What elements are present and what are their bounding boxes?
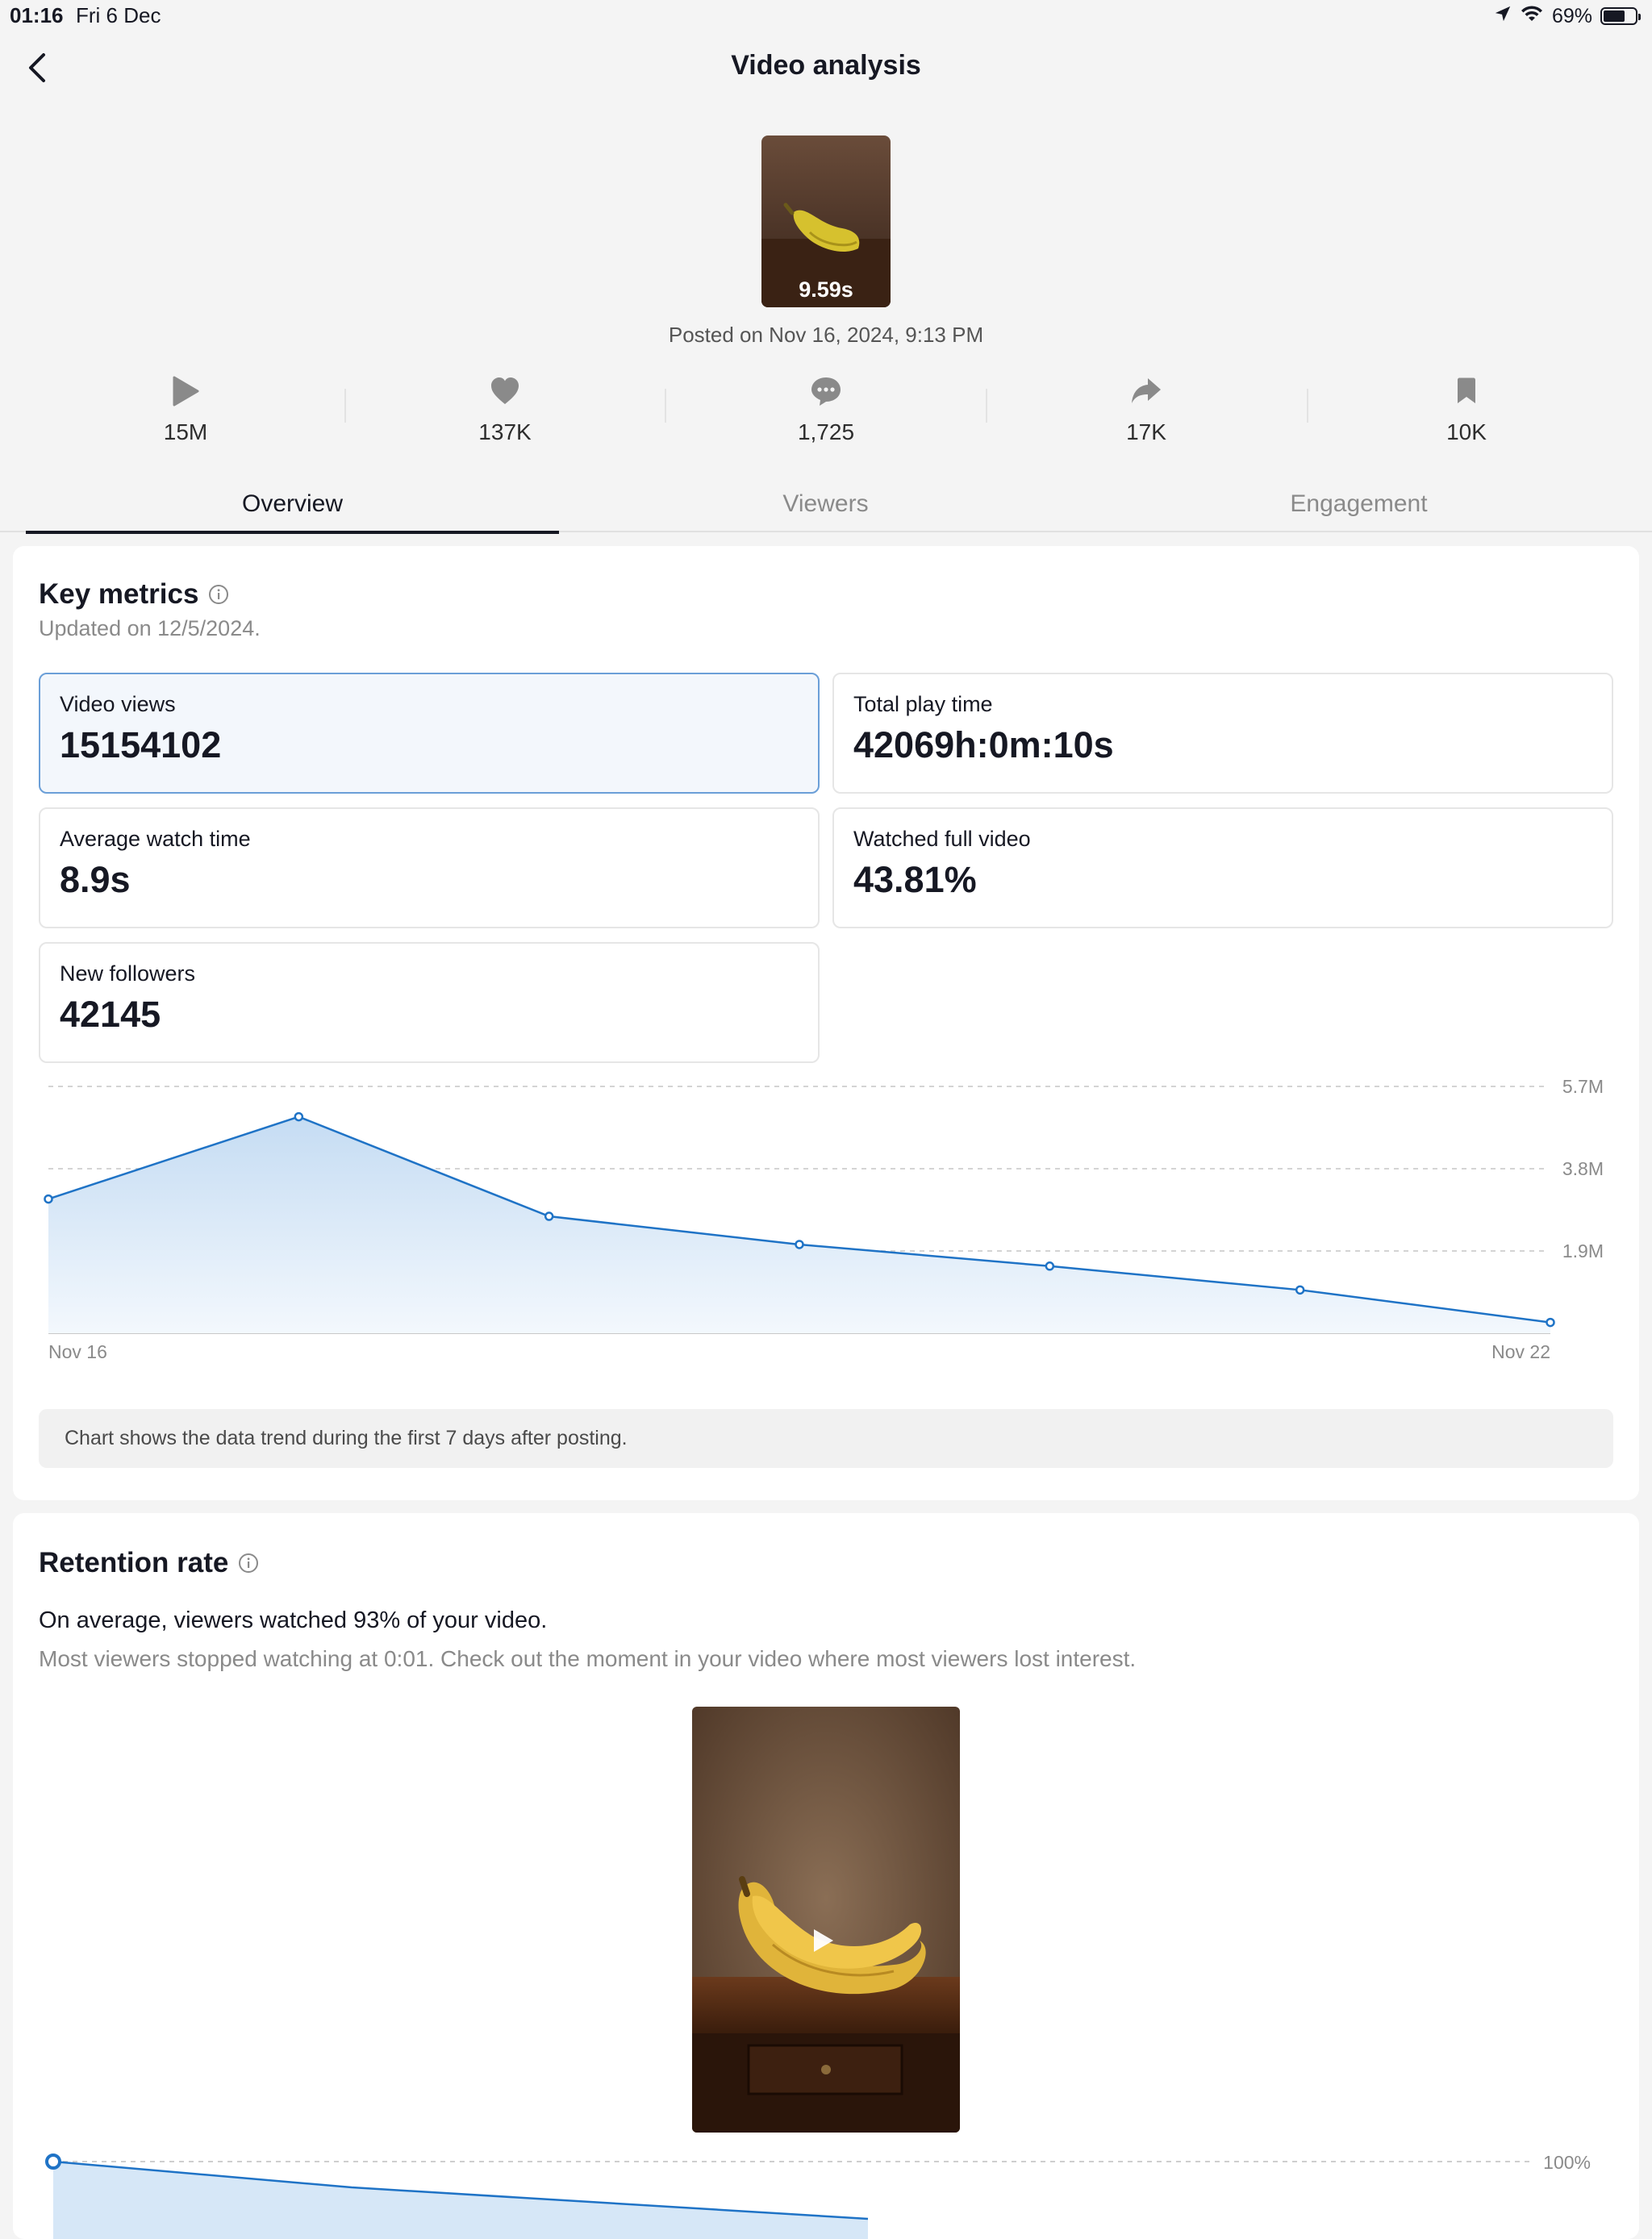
page-title: Video analysis [731,50,921,81]
data-point [1045,1261,1055,1271]
data-point [44,1194,53,1204]
stats-row: 15M 137K 1,725 17K 10K [0,371,1652,452]
stat-shares: 17K [1066,371,1227,445]
data-point [294,1111,304,1122]
heart-icon [491,377,519,404]
posted-date: Posted on Nov 16, 2024, 9:13 PM [668,323,984,347]
metric-value: 42145 [60,994,161,1035]
metric-label: Video views [60,692,176,716]
retention-area [53,2162,868,2239]
key-metrics-heading: Key metrics [39,578,199,610]
y-tick-label: 5.7M [1562,1076,1604,1097]
y-tick-label: 1.9M [1562,1240,1604,1261]
retention-video-player[interactable] [692,1707,960,2133]
tab-overview[interactable]: Overview [26,476,559,534]
bookmark-icon [1458,377,1475,403]
views-area [48,1116,1550,1333]
x-tick-label: Nov 16 [48,1341,107,1362]
stat-divider [344,389,346,423]
status-date: Fri 6 Dec [76,3,161,27]
y-tick-label: 3.8M [1562,1158,1604,1179]
metric-label: Average watch time [60,827,251,851]
metric-label: Total play time [853,692,993,716]
comment-icon [811,377,841,406]
tab-engagement[interactable]: Engagement [1092,476,1625,532]
retention-chart: 100% [45,2152,1591,2239]
metric-label: New followers [60,961,196,986]
stat-likes: 137K [424,371,586,445]
stat-value: 137K [478,419,532,444]
metric-total-play-time[interactable]: Total play time 42069h:0m:10s [832,673,1613,794]
updated-date: Updated on 12/5/2024. [39,616,261,640]
metric-value: 42069h:0m:10s [853,724,1114,765]
info-icon[interactable] [238,1553,259,1574]
status-bar: 01:16 Fri 6 Dec 69% [0,0,1652,32]
metric-value: 8.9s [60,859,131,900]
location-icon [1494,5,1512,28]
chart-note: Chart shows the data trend during the fi… [39,1409,1613,1468]
stat-divider [1307,389,1308,423]
battery-icon [1600,7,1641,25]
metric-average-watch-time[interactable]: Average watch time 8.9s [39,807,820,928]
metric-watched-full-video[interactable]: Watched full video 43.81% [832,807,1613,928]
x-tick-label: Nov 22 [1491,1341,1550,1362]
play-icon [173,376,199,407]
retention-y-tick: 100% [1543,2152,1591,2173]
metric-video-views[interactable]: Video views 15154102 [39,673,820,794]
stat-value: 10K [1446,419,1487,444]
wifi-icon [1520,5,1544,28]
battery-percent: 69% [1551,4,1592,27]
metric-new-followers[interactable]: New followers 42145 [39,942,820,1063]
play-overlay-icon[interactable] [802,1891,850,1939]
key-metrics-card: Key metrics Updated on 12/5/2024. Video … [13,546,1639,1500]
stat-saves: 10K [1386,371,1547,445]
retention-card: Retention rate On average, viewers watch… [13,1513,1639,2239]
status-time: 01:16 [10,3,64,27]
stat-value: 17K [1126,419,1166,444]
data-point [1295,1285,1305,1295]
retention-title: Retention rate [39,1547,259,1579]
data-point [1546,1317,1555,1328]
retention-subtext: Most viewers stopped watching at 0:01. C… [39,1646,1137,1671]
metric-value: 15154102 [60,724,222,765]
stat-comments: 1,725 [745,371,907,445]
share-icon [1132,378,1161,403]
key-metrics-title: Key metrics [39,578,229,611]
stat-value: 1,725 [797,419,855,444]
retention-headline: On average, viewers watched 93% of your … [39,1607,548,1633]
retention-heading: Retention rate [39,1547,229,1578]
stat-views: 15M [105,371,266,445]
views-trend-chart: 5.7M 3.8M 1.9M Nov 16 Nov 22 [44,1076,1604,1362]
data-point [795,1240,804,1249]
stat-divider [665,389,666,423]
info-icon[interactable] [208,584,229,605]
data-point [544,1211,554,1221]
video-thumbnail[interactable]: 9.59s [761,136,891,307]
metric-value: 43.81% [853,859,977,900]
metric-label: Watched full video [853,827,1031,851]
tab-bar: Overview Viewers Engagement [0,476,1652,534]
stat-value: 15M [163,419,208,444]
video-duration: 9.59s [799,277,853,302]
status-indicators: 69% [1494,3,1641,29]
tab-viewers[interactable]: Viewers [559,476,1092,532]
stat-divider [986,389,987,423]
retention-start-point[interactable] [45,2154,61,2170]
